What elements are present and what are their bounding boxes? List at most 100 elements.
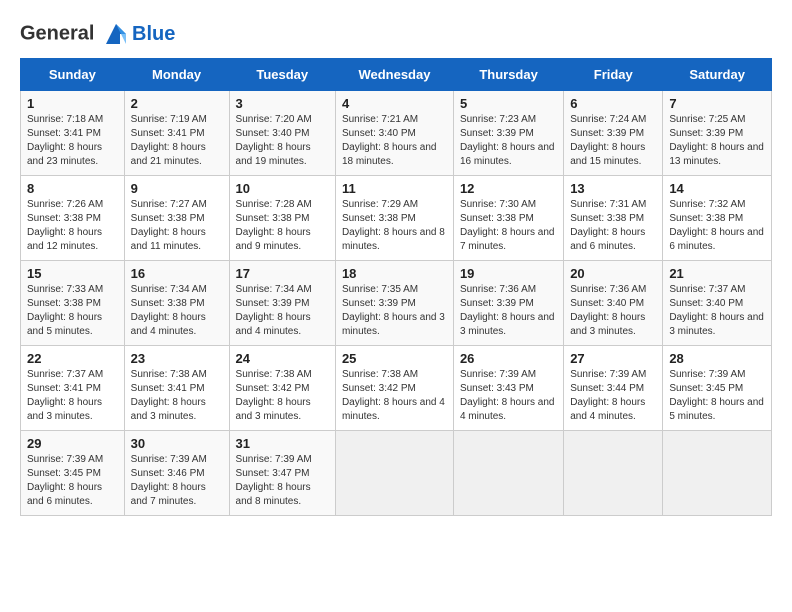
day-number: 24 — [236, 351, 329, 366]
day-number: 9 — [131, 181, 223, 196]
day-info: Sunrise: 7:31 AMSunset: 3:38 PMDaylight:… — [570, 198, 656, 254]
calendar-day-cell: 21 Sunrise: 7:37 AMSunset: 3:40 PMDaylig… — [663, 261, 772, 346]
calendar-day-cell: 5 Sunrise: 7:23 AMSunset: 3:39 PMDayligh… — [453, 91, 563, 176]
calendar-day-cell: 12 Sunrise: 7:30 AMSunset: 3:38 PMDaylig… — [453, 176, 563, 261]
day-number: 5 — [460, 96, 557, 111]
day-info: Sunrise: 7:34 AMSunset: 3:38 PMDaylight:… — [131, 283, 223, 339]
day-number: 15 — [27, 266, 118, 281]
day-number: 7 — [669, 96, 765, 111]
calendar-day-header: Sunday — [21, 59, 125, 91]
calendar-body: 1 Sunrise: 7:18 AMSunset: 3:41 PMDayligh… — [21, 91, 772, 516]
day-number: 13 — [570, 181, 656, 196]
day-info: Sunrise: 7:32 AMSunset: 3:38 PMDaylight:… — [669, 198, 765, 254]
day-number: 31 — [236, 436, 329, 451]
day-info: Sunrise: 7:39 AMSunset: 3:45 PMDaylight:… — [27, 453, 118, 509]
calendar-week-row: 1 Sunrise: 7:18 AMSunset: 3:41 PMDayligh… — [21, 91, 772, 176]
calendar-day-cell: 30 Sunrise: 7:39 AMSunset: 3:46 PMDaylig… — [124, 431, 229, 516]
logo-icon — [102, 20, 130, 48]
day-number: 29 — [27, 436, 118, 451]
day-info: Sunrise: 7:27 AMSunset: 3:38 PMDaylight:… — [131, 198, 223, 254]
day-number: 17 — [236, 266, 329, 281]
day-number: 3 — [236, 96, 329, 111]
calendar-day-cell: 16 Sunrise: 7:34 AMSunset: 3:38 PMDaylig… — [124, 261, 229, 346]
day-info: Sunrise: 7:38 AMSunset: 3:42 PMDaylight:… — [236, 368, 329, 424]
day-info: Sunrise: 7:18 AMSunset: 3:41 PMDaylight:… — [27, 113, 118, 169]
day-number: 28 — [669, 351, 765, 366]
calendar-day-cell: 2 Sunrise: 7:19 AMSunset: 3:41 PMDayligh… — [124, 91, 229, 176]
calendar-week-row: 29 Sunrise: 7:39 AMSunset: 3:45 PMDaylig… — [21, 431, 772, 516]
day-info: Sunrise: 7:37 AMSunset: 3:40 PMDaylight:… — [669, 283, 765, 339]
calendar-day-cell: 8 Sunrise: 7:26 AMSunset: 3:38 PMDayligh… — [21, 176, 125, 261]
day-info: Sunrise: 7:29 AMSunset: 3:38 PMDaylight:… — [342, 198, 447, 254]
calendar-day-cell: 19 Sunrise: 7:36 AMSunset: 3:39 PMDaylig… — [453, 261, 563, 346]
calendar-day-cell: 6 Sunrise: 7:24 AMSunset: 3:39 PMDayligh… — [564, 91, 663, 176]
day-info: Sunrise: 7:39 AMSunset: 3:47 PMDaylight:… — [236, 453, 329, 509]
calendar-day-header: Wednesday — [335, 59, 453, 91]
day-info: Sunrise: 7:37 AMSunset: 3:41 PMDaylight:… — [27, 368, 118, 424]
calendar-day-header: Thursday — [453, 59, 563, 91]
calendar-week-row: 15 Sunrise: 7:33 AMSunset: 3:38 PMDaylig… — [21, 261, 772, 346]
day-info: Sunrise: 7:39 AMSunset: 3:46 PMDaylight:… — [131, 453, 223, 509]
calendar-day-cell: 14 Sunrise: 7:32 AMSunset: 3:38 PMDaylig… — [663, 176, 772, 261]
calendar-day-cell: 29 Sunrise: 7:39 AMSunset: 3:45 PMDaylig… — [21, 431, 125, 516]
day-info: Sunrise: 7:36 AMSunset: 3:40 PMDaylight:… — [570, 283, 656, 339]
calendar-day-cell: 9 Sunrise: 7:27 AMSunset: 3:38 PMDayligh… — [124, 176, 229, 261]
calendar-day-cell: 13 Sunrise: 7:31 AMSunset: 3:38 PMDaylig… — [564, 176, 663, 261]
day-info: Sunrise: 7:30 AMSunset: 3:38 PMDaylight:… — [460, 198, 557, 254]
calendar-header-row: SundayMondayTuesdayWednesdayThursdayFrid… — [21, 59, 772, 91]
day-info: Sunrise: 7:38 AMSunset: 3:41 PMDaylight:… — [131, 368, 223, 424]
day-info: Sunrise: 7:26 AMSunset: 3:38 PMDaylight:… — [27, 198, 118, 254]
day-info: Sunrise: 7:39 AMSunset: 3:45 PMDaylight:… — [669, 368, 765, 424]
calendar-day-cell: 31 Sunrise: 7:39 AMSunset: 3:47 PMDaylig… — [229, 431, 335, 516]
calendar-day-cell: 22 Sunrise: 7:37 AMSunset: 3:41 PMDaylig… — [21, 346, 125, 431]
calendar-day-cell: 4 Sunrise: 7:21 AMSunset: 3:40 PMDayligh… — [335, 91, 453, 176]
calendar-day-cell — [663, 431, 772, 516]
calendar-day-cell: 27 Sunrise: 7:39 AMSunset: 3:44 PMDaylig… — [564, 346, 663, 431]
day-info: Sunrise: 7:35 AMSunset: 3:39 PMDaylight:… — [342, 283, 447, 339]
calendar-table: SundayMondayTuesdayWednesdayThursdayFrid… — [20, 58, 772, 516]
calendar-day-cell: 24 Sunrise: 7:38 AMSunset: 3:42 PMDaylig… — [229, 346, 335, 431]
page-header: General Blue — [20, 20, 772, 48]
day-number: 30 — [131, 436, 223, 451]
logo-blue: Blue — [132, 23, 175, 46]
day-info: Sunrise: 7:25 AMSunset: 3:39 PMDaylight:… — [669, 113, 765, 169]
day-number: 21 — [669, 266, 765, 281]
calendar-day-cell: 18 Sunrise: 7:35 AMSunset: 3:39 PMDaylig… — [335, 261, 453, 346]
day-info: Sunrise: 7:23 AMSunset: 3:39 PMDaylight:… — [460, 113, 557, 169]
calendar-day-cell — [335, 431, 453, 516]
calendar-day-header: Saturday — [663, 59, 772, 91]
day-info: Sunrise: 7:34 AMSunset: 3:39 PMDaylight:… — [236, 283, 329, 339]
day-number: 19 — [460, 266, 557, 281]
day-number: 10 — [236, 181, 329, 196]
calendar-day-cell: 23 Sunrise: 7:38 AMSunset: 3:41 PMDaylig… — [124, 346, 229, 431]
calendar-day-cell: 17 Sunrise: 7:34 AMSunset: 3:39 PMDaylig… — [229, 261, 335, 346]
calendar-day-cell: 3 Sunrise: 7:20 AMSunset: 3:40 PMDayligh… — [229, 91, 335, 176]
calendar-day-cell — [453, 431, 563, 516]
calendar-day-cell: 25 Sunrise: 7:38 AMSunset: 3:42 PMDaylig… — [335, 346, 453, 431]
calendar-day-cell: 1 Sunrise: 7:18 AMSunset: 3:41 PMDayligh… — [21, 91, 125, 176]
day-info: Sunrise: 7:38 AMSunset: 3:42 PMDaylight:… — [342, 368, 447, 424]
calendar-day-header: Monday — [124, 59, 229, 91]
calendar-day-header: Friday — [564, 59, 663, 91]
logo: General Blue — [20, 20, 175, 48]
day-info: Sunrise: 7:28 AMSunset: 3:38 PMDaylight:… — [236, 198, 329, 254]
calendar-day-cell: 10 Sunrise: 7:28 AMSunset: 3:38 PMDaylig… — [229, 176, 335, 261]
day-number: 2 — [131, 96, 223, 111]
calendar-day-cell: 26 Sunrise: 7:39 AMSunset: 3:43 PMDaylig… — [453, 346, 563, 431]
day-info: Sunrise: 7:36 AMSunset: 3:39 PMDaylight:… — [460, 283, 557, 339]
day-number: 11 — [342, 181, 447, 196]
day-number: 23 — [131, 351, 223, 366]
day-info: Sunrise: 7:24 AMSunset: 3:39 PMDaylight:… — [570, 113, 656, 169]
calendar-week-row: 22 Sunrise: 7:37 AMSunset: 3:41 PMDaylig… — [21, 346, 772, 431]
day-number: 27 — [570, 351, 656, 366]
day-info: Sunrise: 7:19 AMSunset: 3:41 PMDaylight:… — [131, 113, 223, 169]
calendar-day-cell: 7 Sunrise: 7:25 AMSunset: 3:39 PMDayligh… — [663, 91, 772, 176]
day-number: 26 — [460, 351, 557, 366]
day-number: 20 — [570, 266, 656, 281]
calendar-day-cell: 28 Sunrise: 7:39 AMSunset: 3:45 PMDaylig… — [663, 346, 772, 431]
calendar-day-header: Tuesday — [229, 59, 335, 91]
day-number: 1 — [27, 96, 118, 111]
day-number: 8 — [27, 181, 118, 196]
day-number: 18 — [342, 266, 447, 281]
calendar-day-cell: 15 Sunrise: 7:33 AMSunset: 3:38 PMDaylig… — [21, 261, 125, 346]
